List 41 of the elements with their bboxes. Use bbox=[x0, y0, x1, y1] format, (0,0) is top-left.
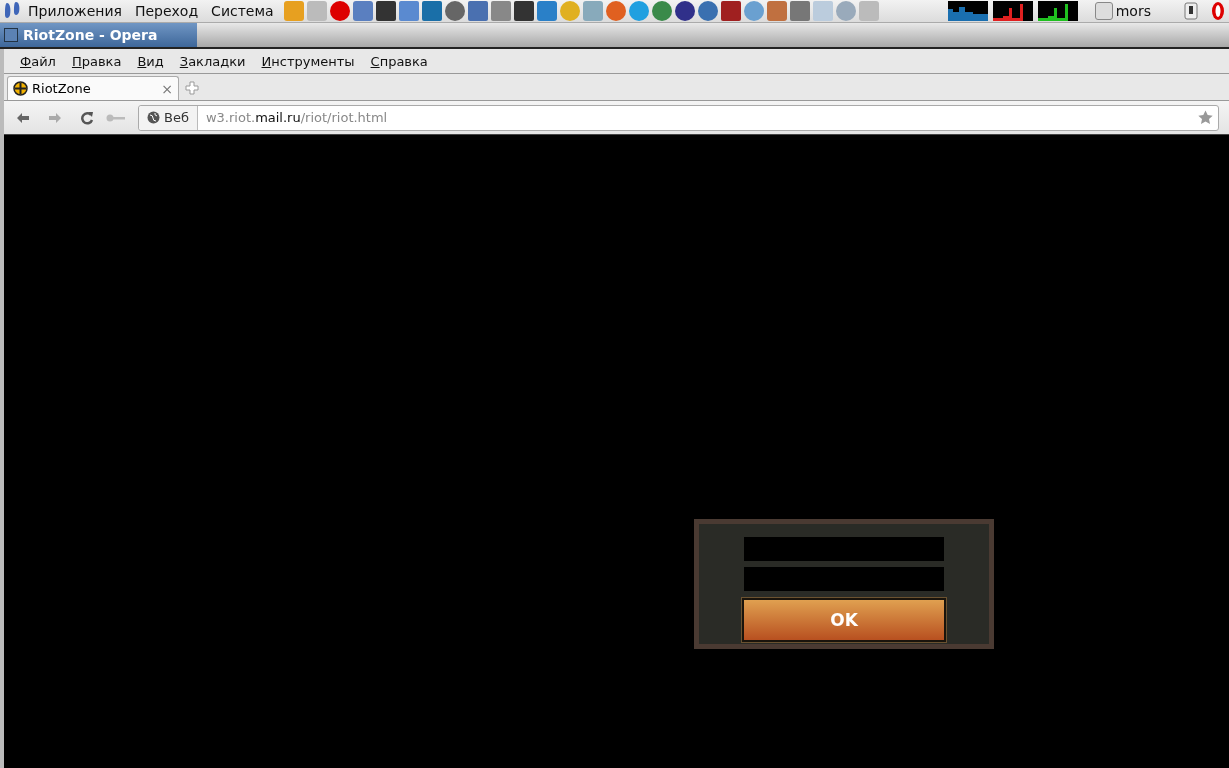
load-graph-icon bbox=[1037, 1, 1078, 21]
input-field[interactable] bbox=[744, 567, 944, 591]
reload-icon[interactable] bbox=[80, 110, 94, 125]
menu-item[interactable]: Правка bbox=[63, 53, 130, 69]
app-launcher-icon[interactable] bbox=[444, 1, 465, 21]
input-field[interactable] bbox=[744, 537, 944, 561]
key-icon[interactable] bbox=[106, 112, 126, 123]
browser-tab[interactable]: RiotZone × bbox=[7, 76, 179, 100]
address-field[interactable]: Веб w3.riot.mail.ru/riot/riot.html bbox=[138, 104, 1219, 131]
opera-icon[interactable] bbox=[1211, 1, 1225, 21]
user-name[interactable]: mors bbox=[1115, 3, 1151, 19]
window-title: RiotZone - Opera bbox=[23, 27, 158, 43]
user-icon[interactable] bbox=[1094, 2, 1113, 20]
menu-item[interactable]: Справка bbox=[362, 53, 436, 69]
plus-icon[interactable] bbox=[185, 81, 199, 95]
panel-menu[interactable]: Система bbox=[211, 3, 274, 19]
switch-icon[interactable] bbox=[1184, 2, 1198, 20]
app-launcher-icon[interactable] bbox=[329, 1, 350, 21]
close-tab-button[interactable]: × bbox=[161, 80, 173, 97]
window-menu-icon[interactable] bbox=[4, 28, 18, 42]
app-launcher-icon[interactable] bbox=[697, 1, 718, 21]
load-graph-icon bbox=[992, 1, 1033, 21]
url-text: w3.riot.mail.ru/riot/riot.html bbox=[204, 110, 389, 125]
menu-item[interactable]: Файл bbox=[12, 53, 64, 69]
app-launcher-icon[interactable] bbox=[421, 1, 442, 21]
menu-item[interactable]: Вид bbox=[129, 53, 172, 69]
panel-menu[interactable]: Переход bbox=[134, 3, 199, 19]
star-icon[interactable] bbox=[1198, 110, 1213, 125]
menu-item[interactable]: Инструменты bbox=[253, 53, 363, 69]
crosshair-icon bbox=[13, 81, 28, 96]
forward-icon[interactable] bbox=[48, 111, 62, 124]
site-info-badge[interactable]: Веб bbox=[139, 105, 198, 130]
panel-menu[interactable]: Приложения bbox=[28, 3, 122, 19]
app-launcher-icon[interactable] bbox=[720, 1, 741, 21]
app-launcher-icon[interactable] bbox=[513, 1, 534, 21]
app-launcher-icon[interactable] bbox=[674, 1, 695, 21]
back-icon[interactable] bbox=[16, 111, 30, 124]
load-graph-icon bbox=[947, 1, 988, 21]
globe-icon bbox=[147, 111, 160, 124]
app-launcher-icon[interactable] bbox=[375, 1, 396, 21]
menu-item[interactable]: Закладки bbox=[171, 53, 254, 69]
